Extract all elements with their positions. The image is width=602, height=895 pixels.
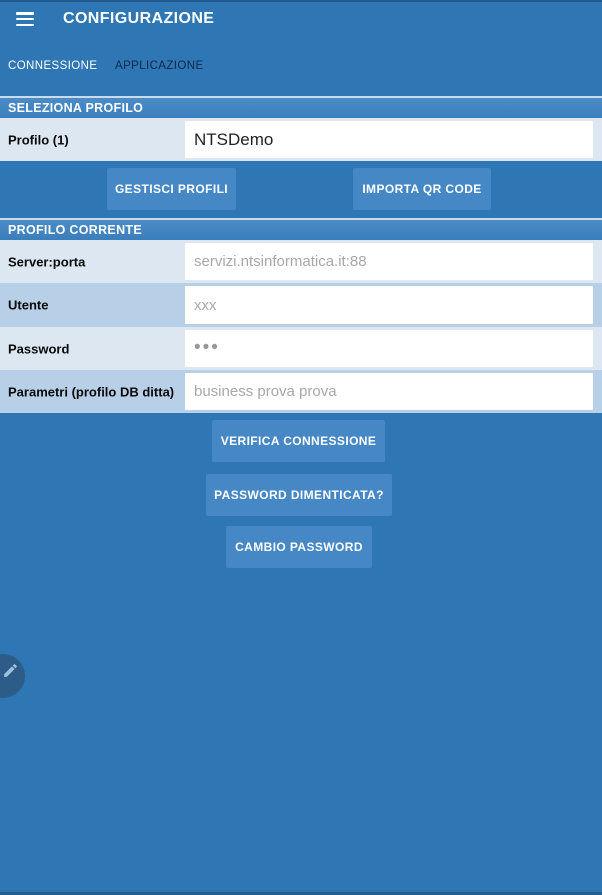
gestisci-profili-button[interactable]: GESTISCI PROFILI — [107, 168, 236, 210]
edit-fab[interactable] — [0, 654, 25, 698]
parametri-row: Parametri (profilo DB ditta) — [0, 370, 602, 413]
password-dimenticata-button[interactable]: PASSWORD DIMENTICATA? — [206, 474, 392, 516]
password-input[interactable] — [185, 330, 593, 367]
parametri-label: Parametri (profilo DB ditta) — [8, 384, 175, 399]
password-row: Password — [0, 327, 602, 370]
section-header-profilo-corrente: PROFILO CORRENTE — [0, 220, 602, 240]
section-header-seleziona-profilo: SELEZIONA PROFILO — [0, 98, 602, 118]
hamburger-menu-icon[interactable] — [16, 12, 34, 27]
configuration-screen: CONFIGURAZIONE CONNESSIONE APPLICAZIONE … — [0, 0, 602, 895]
profile-input[interactable] — [185, 121, 593, 158]
server-row: Server:porta — [0, 240, 602, 283]
parametri-input[interactable] — [185, 373, 593, 410]
pencil-icon — [4, 664, 17, 677]
utente-label: Utente — [8, 297, 49, 313]
importa-qr-code-button[interactable]: IMPORTA QR CODE — [353, 168, 491, 210]
profile-row: Profilo (1) — [0, 118, 602, 161]
utente-input[interactable] — [185, 286, 593, 324]
password-label: Password — [8, 341, 70, 356]
tab-applicazione[interactable]: APPLICAZIONE — [115, 60, 204, 72]
server-label: Server:porta — [8, 254, 86, 269]
server-input[interactable] — [185, 243, 593, 280]
cambio-password-button[interactable]: CAMBIO PASSWORD — [226, 526, 372, 568]
page-title: CONFIGURAZIONE — [63, 10, 215, 27]
utente-row: Utente — [0, 283, 602, 327]
profile-label: Profilo (1) — [8, 132, 69, 147]
tab-bar: CONNESSIONE APPLICAZIONE — [0, 60, 602, 82]
tab-connessione[interactable]: CONNESSIONE — [8, 60, 97, 72]
app-bar: CONFIGURAZIONE — [0, 0, 602, 52]
verifica-connessione-button[interactable]: VERIFICA CONNESSIONE — [212, 420, 385, 462]
